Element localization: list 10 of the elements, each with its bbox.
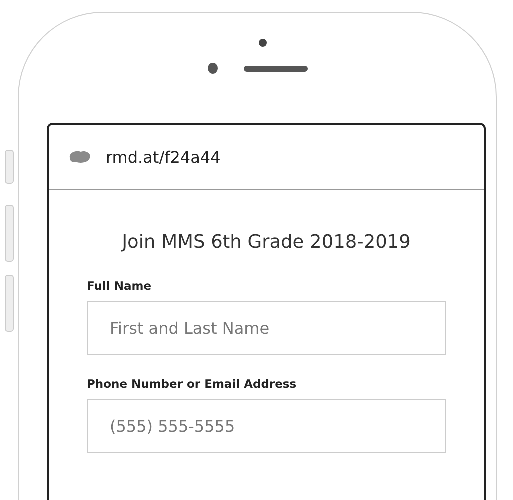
field-label: Phone Number or Email Address [87, 377, 298, 391]
input-field[interactable]: First and Last Name [87, 301, 446, 355]
logo-icon [68, 150, 92, 164]
input-field[interactable]: (555) 555-5555 [87, 399, 446, 453]
form-title: Join MMS 6th Grade 2018-2019 [120, 232, 412, 253]
url-text[interactable]: rmd.at/f24a44 [106, 148, 221, 166]
camera-icon [208, 63, 218, 74]
field-label: Full Name [87, 279, 153, 293]
camera-icon [258, 39, 266, 47]
speaker-icon [244, 66, 308, 72]
